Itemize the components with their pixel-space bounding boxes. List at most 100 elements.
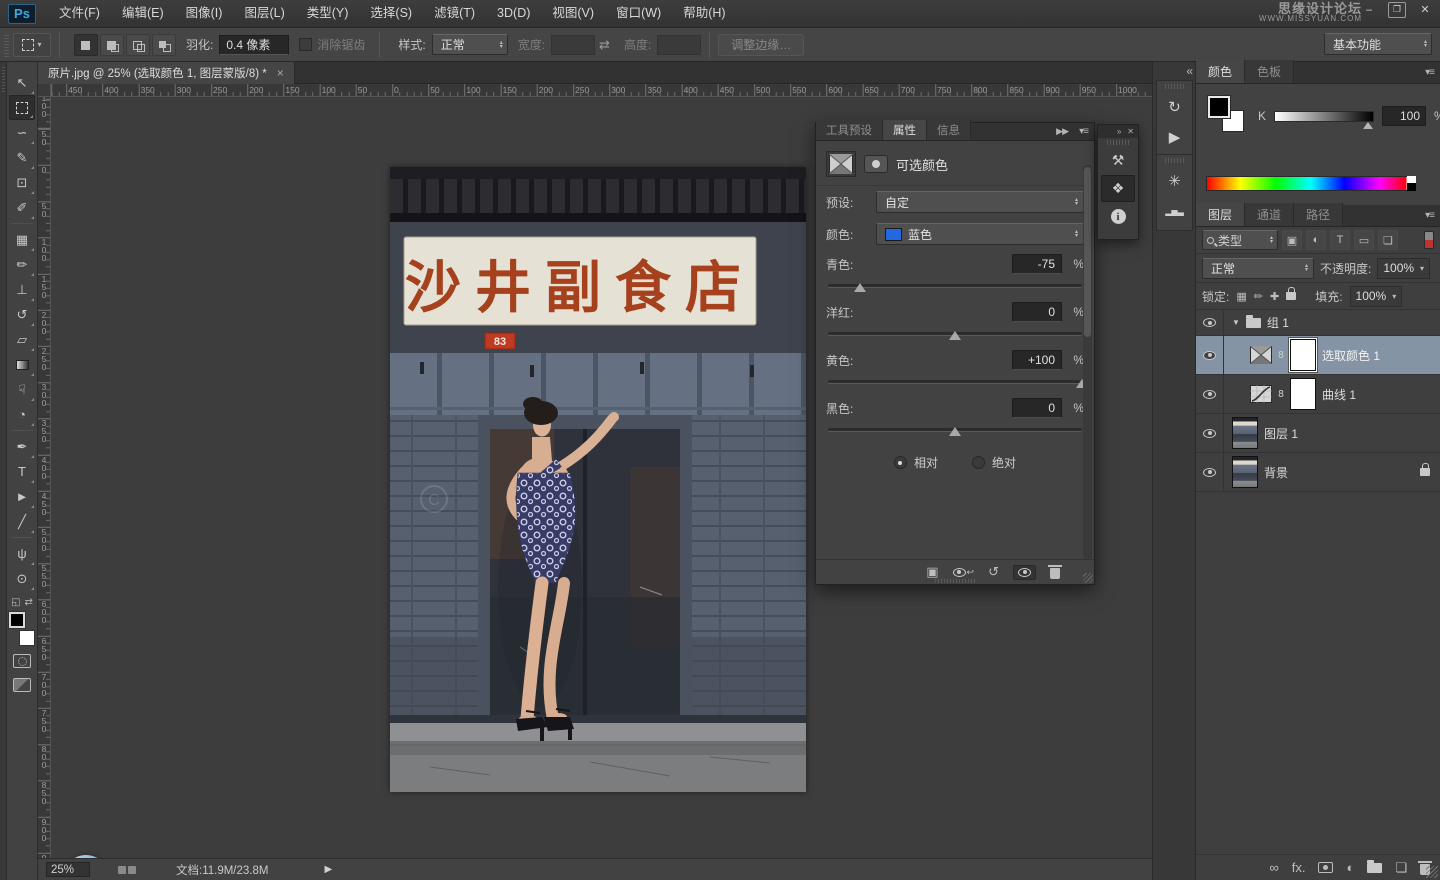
- close-button[interactable]: ✕: [1416, 2, 1434, 18]
- background-color-swatch[interactable]: [19, 630, 35, 646]
- navigator-panel-icon[interactable]: ✳: [1158, 166, 1191, 196]
- brush-tool[interactable]: ✏: [9, 252, 35, 277]
- zoom-tool[interactable]: ⊙: [9, 566, 35, 591]
- k-value-field[interactable]: 100: [1382, 106, 1426, 126]
- view-previous-state-icon[interactable]: ↩: [953, 567, 975, 578]
- filtering-toggle[interactable]: [1424, 231, 1434, 249]
- hand-tool[interactable]: ψ: [9, 541, 35, 566]
- lock-transparency-icon[interactable]: ▦: [1236, 290, 1246, 303]
- close-tab-icon[interactable]: ×: [277, 66, 284, 80]
- feather-input[interactable]: 0.4 像素: [219, 35, 289, 55]
- slider-thumb[interactable]: [949, 427, 961, 436]
- cyan-slider[interactable]: [828, 284, 1082, 288]
- screen-mode-button[interactable]: [13, 678, 31, 692]
- minimize-button[interactable]: –: [1360, 2, 1378, 18]
- panel-corner-resize[interactable]: [1083, 573, 1093, 583]
- default-colors-icon[interactable]: ◱: [11, 597, 20, 608]
- info-panel-icon[interactable]: i: [1101, 203, 1135, 230]
- black-slider[interactable]: [828, 428, 1082, 432]
- type-tool[interactable]: T: [9, 459, 35, 484]
- move-tool[interactable]: ↖: [9, 70, 35, 95]
- swap-width-height-icon[interactable]: ⇄: [599, 37, 610, 53]
- yellow-value-field[interactable]: +100: [1012, 350, 1062, 370]
- tab-layers[interactable]: 图层: [1196, 203, 1245, 226]
- layer-thumbnail[interactable]: [1232, 456, 1258, 488]
- new-layer-icon[interactable]: ❏: [1395, 860, 1407, 876]
- close-icon[interactable]: ✕: [1127, 127, 1134, 136]
- menu-file[interactable]: 文件(F): [48, 0, 111, 27]
- absolute-radio[interactable]: 绝对: [972, 454, 1016, 471]
- menu-3d[interactable]: 3D(D): [486, 0, 541, 27]
- eyedropper-tool[interactable]: ✐: [9, 195, 35, 220]
- link-layers-icon[interactable]: ∞: [1269, 860, 1278, 875]
- relative-radio[interactable]: 相对: [894, 454, 938, 471]
- layer-visibility-toggle[interactable]: [1196, 310, 1224, 335]
- cyan-value-field[interactable]: -75: [1012, 254, 1062, 274]
- history-brush-tool[interactable]: ↺: [9, 302, 35, 327]
- menu-layer[interactable]: 图层(L): [233, 0, 295, 27]
- fill-combo[interactable]: 100%▾: [1350, 286, 1403, 307]
- layer-row-curves[interactable]: 8 曲线 1: [1196, 375, 1440, 414]
- new-adjustment-layer-icon[interactable]: ◐: [1346, 860, 1354, 875]
- style-dropdown[interactable]: 正常 ▴▾: [432, 34, 508, 55]
- slider-thumb[interactable]: [949, 331, 961, 340]
- smudge-tool[interactable]: ☟: [9, 377, 35, 402]
- blend-mode-dropdown[interactable]: 正常 ▴▾: [1202, 258, 1314, 279]
- layer-row-selective-color[interactable]: 8 选取颜色 1: [1196, 336, 1440, 375]
- healing-brush-tool[interactable]: ▦: [9, 227, 35, 252]
- k-slider[interactable]: [1274, 111, 1374, 122]
- tab-info[interactable]: 信息: [927, 120, 971, 140]
- width-input[interactable]: [551, 35, 595, 55]
- window-resize-grip[interactable]: [1426, 866, 1438, 878]
- collapse-panel-icon[interactable]: »: [1117, 127, 1121, 136]
- subtract-from-selection-button[interactable]: [126, 34, 150, 56]
- layer-visibility-toggle[interactable]: [1196, 375, 1224, 413]
- add-layer-mask-icon[interactable]: [1318, 862, 1333, 873]
- slider-thumb[interactable]: [854, 283, 866, 292]
- mask-badge-icon[interactable]: [864, 155, 888, 173]
- tool-presets-panel-icon[interactable]: ⚒: [1101, 147, 1135, 174]
- workspace-switcher[interactable]: 基本功能 ▴▾: [1324, 33, 1432, 55]
- layer-filter-dropdown[interactable]: 类型 ▴▾: [1202, 230, 1278, 250]
- group-expand-triangle[interactable]: ▼: [1232, 318, 1240, 327]
- magenta-slider[interactable]: [828, 332, 1082, 336]
- yellow-slider[interactable]: [828, 380, 1082, 384]
- layer-visibility-toggle[interactable]: [1196, 414, 1224, 452]
- toggle-visibility-icon[interactable]: [1013, 565, 1036, 580]
- filter-adjustment-layers-icon[interactable]: ◐: [1306, 230, 1326, 250]
- foreground-color-swatch[interactable]: [1208, 96, 1230, 118]
- antialias-checkbox[interactable]: [299, 38, 312, 51]
- black-value-field[interactable]: 0: [1012, 398, 1062, 418]
- filter-pixel-layers-icon[interactable]: ▣: [1282, 230, 1302, 250]
- layer-row-background[interactable]: 背景: [1196, 453, 1440, 492]
- panel-menu-icon[interactable]: ▾≡: [1425, 67, 1434, 78]
- collapse-panel-icon[interactable]: ▶▶: [1056, 126, 1068, 137]
- line-tool[interactable]: ╱: [9, 509, 35, 534]
- gradient-tool[interactable]: [9, 352, 35, 377]
- menu-select[interactable]: 选择(S): [359, 0, 423, 27]
- menu-view[interactable]: 视图(V): [541, 0, 605, 27]
- lasso-tool[interactable]: ∽: [9, 120, 35, 145]
- layer-mask-thumbnail[interactable]: [1290, 378, 1316, 410]
- delete-adjustment-icon[interactable]: [1050, 568, 1060, 579]
- k-slider-thumb[interactable]: [1363, 122, 1373, 129]
- menu-type[interactable]: 类型(Y): [296, 0, 360, 27]
- tab-channels[interactable]: 通道: [1245, 203, 1294, 226]
- lock-position-icon[interactable]: ✚: [1270, 290, 1279, 303]
- opacity-combo[interactable]: 100%▾: [1377, 258, 1430, 279]
- menu-window[interactable]: 窗口(W): [605, 0, 672, 27]
- panel-menu-icon[interactable]: ▾≡: [1425, 210, 1434, 221]
- layer-row-layer1[interactable]: 图层 1: [1196, 414, 1440, 453]
- menu-help[interactable]: 帮助(H): [672, 0, 736, 27]
- add-to-selection-button[interactable]: [100, 34, 124, 56]
- path-selection-tool[interactable]: ►: [9, 484, 35, 509]
- status-options-icon[interactable]: [118, 866, 136, 874]
- tab-color[interactable]: 颜色: [1196, 60, 1245, 83]
- tab-swatches[interactable]: 色板: [1245, 60, 1294, 83]
- menu-edit[interactable]: 编辑(E): [111, 0, 175, 27]
- color-channel-dropdown[interactable]: 蓝色 ▴▾: [876, 223, 1084, 245]
- expand-panels-icon[interactable]: «: [1186, 64, 1191, 78]
- new-group-icon[interactable]: [1367, 863, 1382, 873]
- properties-scrollbar[interactable]: [1083, 165, 1092, 560]
- menu-image[interactable]: 图像(I): [175, 0, 234, 27]
